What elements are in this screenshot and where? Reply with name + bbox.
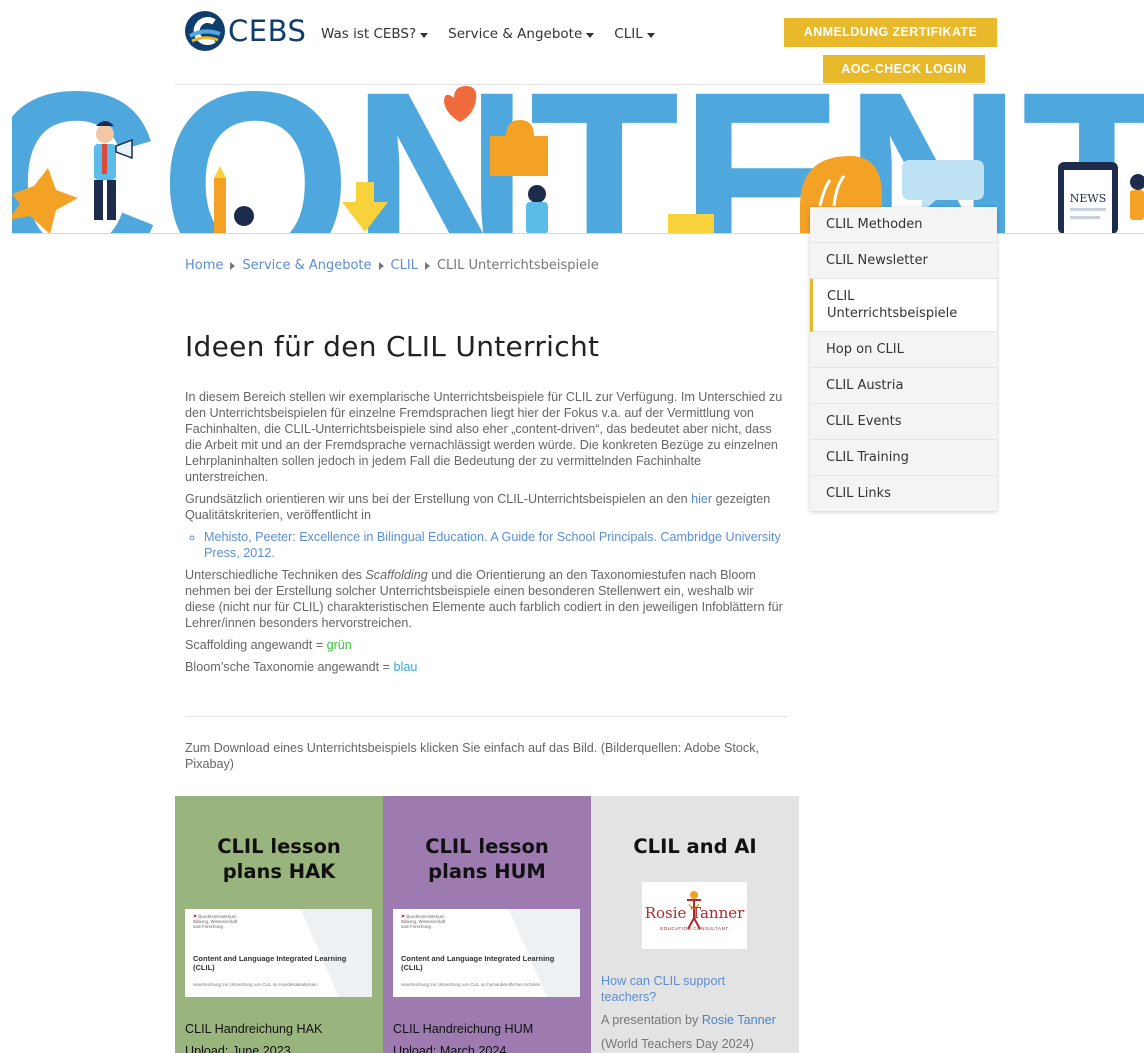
banner-news-label: NEWS [1070, 192, 1107, 205]
aoc-check-login-button[interactable]: AOC-CHECK LOGIN [823, 55, 985, 83]
card-caption: CLIL Handreichung HUM [393, 1022, 534, 1036]
reference-list: Mehisto, Peeter: Excellence in Bilingual… [185, 529, 787, 561]
scaffolding-paragraph: Unterschiedliche Techniken des Scaffoldi… [185, 568, 783, 630]
thumbnail-subtitle: Handreichung zur Umsetzung von CLIL an h… [401, 982, 541, 987]
submenu-clil-links[interactable]: CLIL Links [810, 476, 997, 511]
breadcrumb-clil[interactable]: CLIL [391, 258, 418, 273]
header-divider [175, 84, 985, 85]
intro-paragraph: In diesem Bereich stellen wir exemplaris… [185, 390, 783, 484]
nav-service-angebote[interactable]: Service & Angebote [448, 26, 595, 42]
breadcrumb-home[interactable]: Home [185, 258, 223, 273]
submenu-clil-methoden[interactable]: CLIL Methoden [810, 207, 997, 243]
intro-content: In diesem Bereich stellen wir exemplaris… [185, 389, 787, 681]
main-nav: Was ist CEBS? Service & Angebote CLIL [321, 26, 655, 42]
card-title: CLIL lesson plans HAK [217, 835, 341, 883]
cebs-logo-mark-icon [185, 11, 225, 51]
rosie-tanner-logo[interactable]: Rosie Tanner EDUCATION CONSULTANT [642, 882, 747, 949]
caret-down-icon [646, 32, 655, 38]
card-upload-date: Upload: June 2023 [185, 1044, 291, 1053]
anmeldung-zertifikate-button[interactable]: ANMELDUNG ZERTIFIKATE [784, 18, 997, 47]
card-thumbnail-hum[interactable]: ⚑ Bundesministerium Bildung, Wissenschaft… [393, 909, 580, 997]
scaffolding-legend: Scaffolding angewandt = grün [185, 638, 352, 652]
submenu-clil-newsletter[interactable]: CLIL Newsletter [810, 243, 997, 279]
submenu-clil-austria[interactable]: CLIL Austria [810, 368, 997, 404]
card-upload-date: Upload: March 2024 [393, 1044, 507, 1053]
breadcrumb-separator-icon [424, 261, 430, 270]
thumbnail-subtitle: Handreichung zur Umsetzung von CLIL an H… [193, 982, 318, 987]
card-clil-lesson-plans-hak[interactable]: CLIL lesson plans HAK ⚑ Bundesministeriu… [175, 796, 383, 1053]
bloom-color-label: blau [393, 660, 418, 674]
content-divider [185, 716, 788, 717]
nav-label: CLIL [614, 26, 643, 42]
breadcrumb-separator-icon [378, 261, 384, 270]
hier-link[interactable]: hier [691, 492, 712, 506]
thumbnail-heading: Content and Language Integrated Learning… [401, 954, 555, 972]
breadcrumb: Home Service & Angebote CLIL CLIL Unterr… [185, 258, 599, 273]
thumbnail-ministry: ⚑ Bundesministerium Bildung, Wissenschaft… [401, 914, 446, 929]
nav-was-ist-cebs[interactable]: Was ist CEBS? [321, 26, 429, 42]
card-title: CLIL and AI [633, 835, 757, 858]
cebs-logo[interactable]: CEBS [184, 10, 306, 52]
presentation-note: (World Teachers Day 2024) [601, 1037, 754, 1051]
card-clil-lesson-plans-hum[interactable]: CLIL lesson plans HUM ⚑ Bundesministeriu… [383, 796, 591, 1053]
nav-clil[interactable]: CLIL [614, 26, 655, 42]
caret-down-icon [420, 32, 429, 38]
submenu-clil-events[interactable]: CLIL Events [810, 404, 997, 440]
clil-submenu: CLIL Methoden CLIL Newsletter CLIL Unter… [810, 207, 997, 511]
card-title: CLIL lesson plans HUM [425, 835, 549, 883]
card-caption: CLIL Handreichung HAK [185, 1022, 323, 1036]
logo-name: Rosie Tanner [644, 904, 745, 922]
submenu-hop-on-clil[interactable]: Hop on CLIL [810, 332, 997, 368]
criteria-paragraph: Grundsätzlich orientieren wir uns bei de… [185, 492, 771, 522]
logo-tagline: EDUCATION CONSULTANT [660, 926, 729, 931]
submenu-clil-unterrichtsbeispiele[interactable]: CLIL Unterrichtsbeispiele [810, 279, 997, 332]
nav-label: Service & Angebote [448, 26, 583, 42]
card-clil-and-ai[interactable]: CLIL and AI Rosie Tanner EDUCATION CONSU… [591, 796, 799, 1053]
caret-down-icon [586, 32, 595, 38]
presentation-credit: A presentation by Rosie Tanner [601, 1013, 776, 1027]
clil-support-teachers-link[interactable]: How can CLIL support teachers? [601, 973, 771, 1005]
card-thumbnail-hak[interactable]: ⚑ Bundesministerium Bildung, Wissenschaft… [185, 909, 372, 997]
breadcrumb-current: CLIL Unterrichtsbeispiele [436, 258, 599, 273]
bloom-legend: Bloom’sche Taxonomie angewandt = blau [185, 660, 418, 674]
reference-link[interactable]: Mehisto, Peeter: Excellence in Bilingual… [204, 529, 787, 561]
scaffolding-color-label: grün [326, 638, 352, 652]
page-title: Ideen für den CLIL Unterricht [185, 330, 600, 363]
logo-text: CEBS [228, 14, 307, 48]
breadcrumb-service-angebote[interactable]: Service & Angebote [242, 258, 371, 273]
thumbnail-ministry: ⚑ Bundesministerium Bildung, Wissenschaft… [193, 914, 238, 929]
submenu-clil-training[interactable]: CLIL Training [810, 440, 997, 476]
rosie-tanner-link[interactable]: Rosie Tanner [702, 1013, 776, 1027]
nav-label: Was ist CEBS? [321, 26, 417, 42]
download-instructions: Zum Download eines Unterrichtsbeispiels … [185, 741, 760, 771]
breadcrumb-separator-icon [230, 261, 236, 270]
thumbnail-heading: Content and Language Integrated Learning… [193, 954, 347, 972]
